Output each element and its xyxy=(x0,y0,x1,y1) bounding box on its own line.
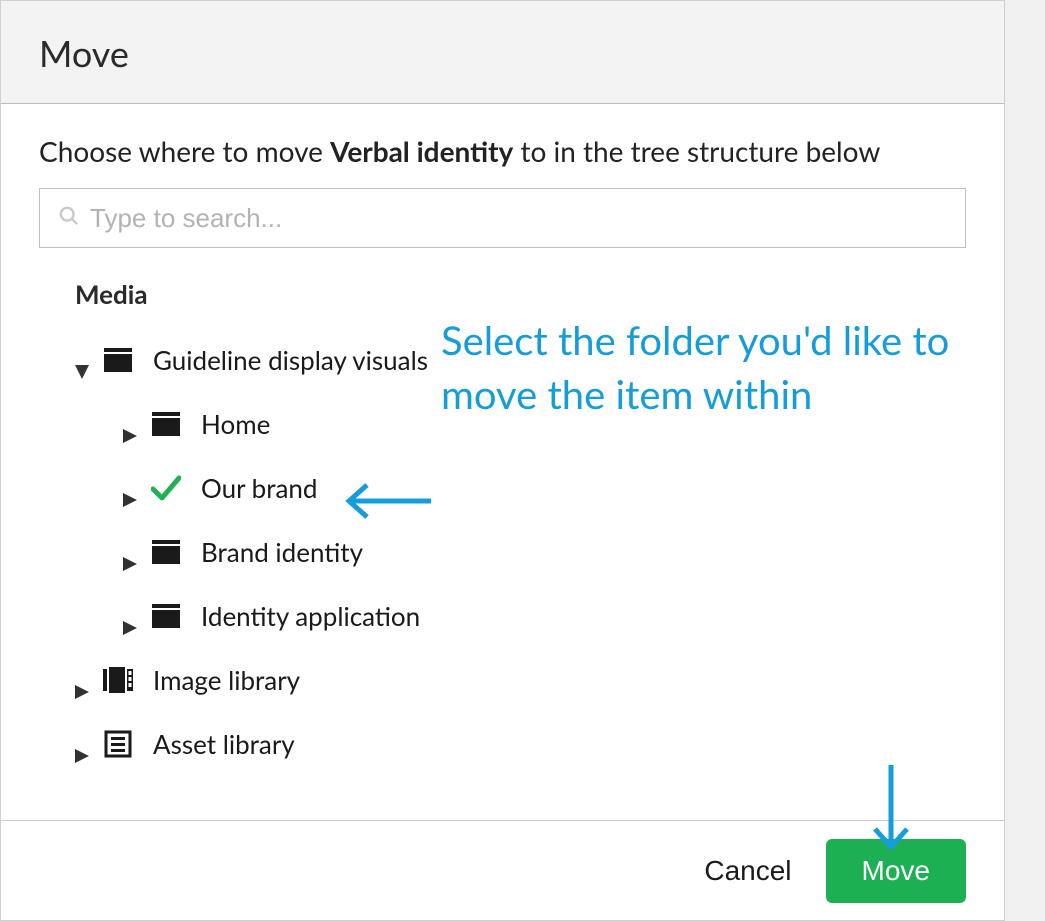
chevron-right-icon[interactable] xyxy=(123,545,137,559)
folder-tree: Media Guideline display visuals xyxy=(39,278,966,776)
chevron-right-icon[interactable] xyxy=(123,417,137,431)
move-button[interactable]: Move xyxy=(826,839,966,903)
tree-node-asset-library[interactable]: Asset library xyxy=(75,712,966,776)
tree-node-label: Asset library xyxy=(153,728,295,760)
search-container[interactable] xyxy=(39,188,966,248)
instruction-suffix: to in the tree structure below xyxy=(513,134,880,168)
tree-node-label: Home xyxy=(201,408,270,440)
tree-node-image-library[interactable]: Image library xyxy=(75,648,966,712)
move-dialog: Move Choose where to move Verbal identit… xyxy=(0,0,1005,921)
chevron-right-icon[interactable] xyxy=(123,481,137,495)
asset-library-icon xyxy=(103,730,133,758)
tree-node-brand-identity[interactable]: Brand identity xyxy=(123,520,966,584)
tree-root-label: Media xyxy=(75,278,966,310)
dialog-footer: Cancel Move xyxy=(1,820,1004,920)
folder-icon xyxy=(151,412,181,436)
tree-node-guideline[interactable]: Guideline display visuals xyxy=(75,328,966,392)
tree-node-label: Guideline display visuals xyxy=(153,344,428,376)
checkmark-icon xyxy=(151,475,181,501)
tree-node-our-brand[interactable]: Our brand xyxy=(123,456,966,520)
search-icon xyxy=(58,205,80,231)
chevron-down-icon[interactable] xyxy=(75,353,89,367)
tree-node-label: Image library xyxy=(153,664,300,696)
folder-icon xyxy=(151,540,181,564)
search-input[interactable] xyxy=(90,203,947,234)
chevron-right-icon[interactable] xyxy=(75,673,89,687)
cancel-button[interactable]: Cancel xyxy=(700,845,795,897)
tree-node-label: Identity application xyxy=(201,600,420,632)
dialog-header: Move xyxy=(1,1,1004,104)
folder-icon xyxy=(151,604,181,628)
instruction-prefix: Choose where to move xyxy=(39,134,330,168)
instruction-text: Choose where to move Verbal identity to … xyxy=(39,134,966,168)
chevron-right-icon[interactable] xyxy=(123,609,137,623)
moving-item-name: Verbal identity xyxy=(330,134,513,168)
folder-icon xyxy=(103,348,133,372)
tree-node-label: Our brand xyxy=(201,472,318,504)
tree-node-label: Brand identity xyxy=(201,536,363,568)
tree-node-identity-application[interactable]: Identity application xyxy=(123,584,966,648)
chevron-right-icon[interactable] xyxy=(75,737,89,751)
image-library-icon xyxy=(103,667,133,693)
tree-node-home[interactable]: Home xyxy=(123,392,966,456)
tree-children: Home Our brand xyxy=(75,392,966,648)
dialog-body: Choose where to move Verbal identity to … xyxy=(1,104,1004,786)
dialog-title: Move xyxy=(39,31,966,75)
